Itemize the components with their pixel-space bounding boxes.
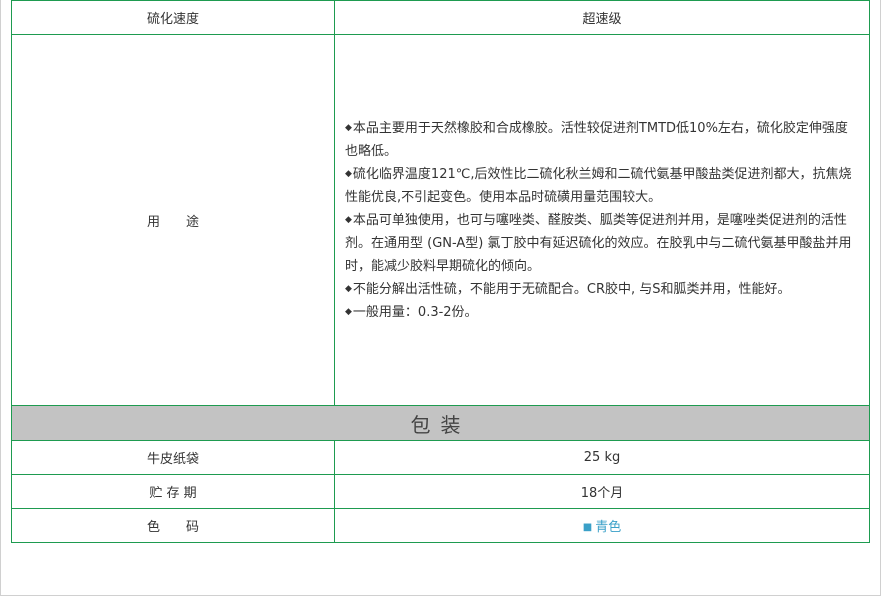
diamond-bullet-icon: ◆ bbox=[345, 122, 352, 133]
bag-label: 牛皮纸袋 bbox=[11, 440, 335, 475]
usage-item: ◆不能分解出活性硫，不能用于无硫配合。CR胶中, 与S和胍类并用，性能好。 bbox=[345, 281, 791, 297]
row-bag: 牛皮纸袋 25 kg bbox=[11, 440, 870, 475]
usage-item: ◆硫化临界温度121℃,后效性比二硫化秋兰姆和二硫代氨基甲酸盐类促进剂都大，抗焦… bbox=[345, 166, 852, 205]
diamond-bullet-icon: ◆ bbox=[345, 214, 352, 225]
usage-item: ◆一般用量：0.3-2份。 bbox=[345, 304, 478, 320]
diamond-bullet-icon: ◆ bbox=[345, 168, 352, 179]
row-usage: 用 途 ◆本品主要用于天然橡胶和合成橡胶。活性较促进剂TMTD低10%左右，硫化… bbox=[11, 34, 870, 406]
diamond-bullet-icon: ◆ bbox=[345, 283, 352, 294]
vulcanization-speed-label: 硫化速度 bbox=[11, 0, 335, 35]
spec-table: 硫化速度 超速级 用 途 ◆本品主要用于天然橡胶和合成橡胶。活性较促进剂TMTD… bbox=[11, 0, 870, 543]
vulcanization-speed-value: 超速级 bbox=[334, 0, 870, 35]
row-vulcanization-speed: 硫化速度 超速级 bbox=[11, 0, 870, 35]
usage-content: ◆本品主要用于天然橡胶和合成橡胶。活性较促进剂TMTD低10%左右，硫化胶定伸强… bbox=[334, 34, 870, 406]
row-packaging-header: 包装 bbox=[11, 405, 870, 441]
storage-label: 贮 存 期 bbox=[11, 474, 335, 509]
color-cell: ■ 青色 bbox=[334, 508, 870, 543]
storage-value: 18个月 bbox=[334, 474, 870, 509]
usage-label: 用 途 bbox=[11, 34, 335, 406]
packaging-header: 包装 bbox=[11, 405, 870, 441]
diamond-bullet-icon: ◆ bbox=[345, 306, 352, 317]
color-label: 色 码 bbox=[11, 508, 335, 543]
color-swatch-icon: ■ bbox=[582, 522, 593, 533]
color-value: 青色 bbox=[595, 520, 622, 535]
usage-item: ◆本品可单独使用，也可与噻唑类、醛胺类、胍类等促进剂并用，是噻唑类促进剂的活性剂… bbox=[345, 212, 852, 274]
row-color: 色 码 ■ 青色 bbox=[11, 508, 870, 543]
bag-value: 25 kg bbox=[334, 440, 870, 475]
usage-item: ◆本品主要用于天然橡胶和合成橡胶。活性较促进剂TMTD低10%左右，硫化胶定伸强… bbox=[345, 120, 848, 159]
row-storage: 贮 存 期 18个月 bbox=[11, 474, 870, 509]
